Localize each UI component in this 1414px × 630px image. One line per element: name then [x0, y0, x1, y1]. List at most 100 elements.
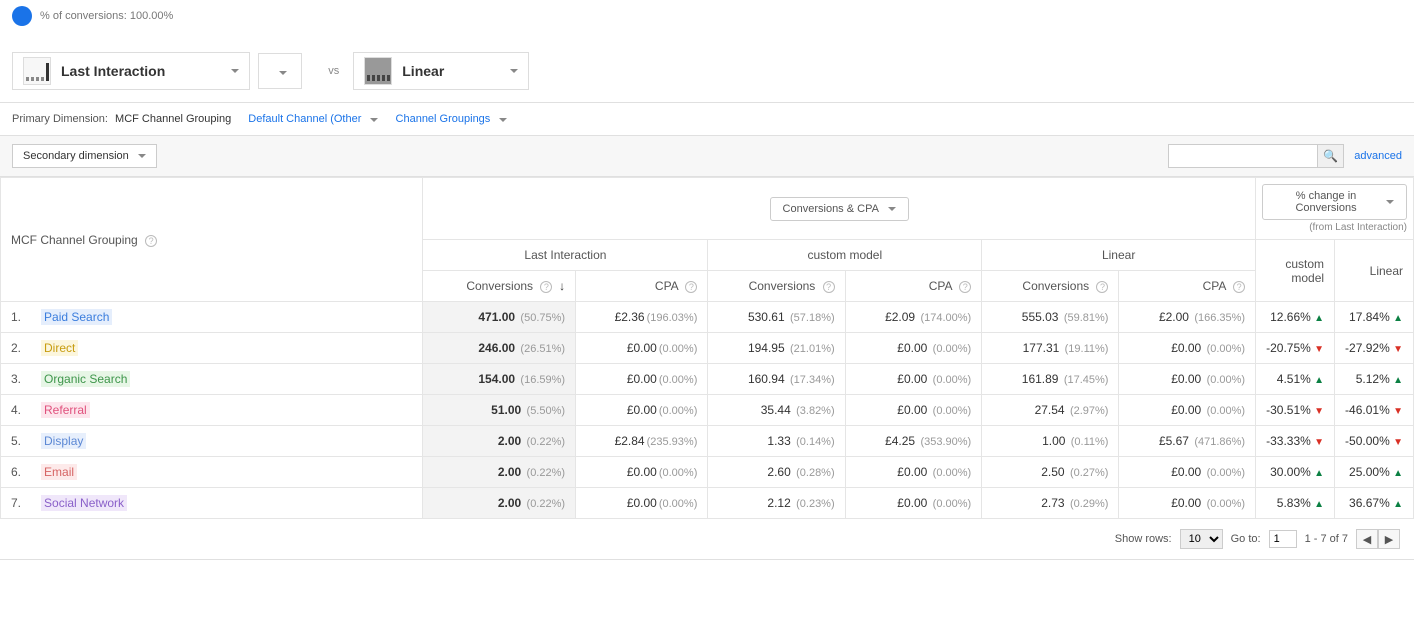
- sub-cpa: CPA: [655, 279, 678, 293]
- sub-conversions: Conversions: [466, 279, 533, 293]
- caret-down-icon: [231, 69, 239, 73]
- cell-cpa-linear: £0.00 (0.00%): [1119, 364, 1256, 395]
- cell-cpa-linear: £2.00 (166.35%): [1119, 302, 1256, 333]
- metric-type-selector[interactable]: Conversions & CPA: [770, 197, 909, 221]
- change-type-selector[interactable]: % change in Conversions: [1262, 184, 1407, 220]
- pagination-range: 1 - 7 of 7: [1305, 533, 1348, 545]
- cell-change-linear: -50.00% ▼: [1335, 426, 1414, 457]
- cell-cpa-last: £0.00(0.00%): [576, 488, 708, 519]
- change-col-linear: Linear: [1370, 264, 1403, 278]
- cell-cpa-custom: £0.00 (0.00%): [845, 488, 982, 519]
- row-index: 4.: [1, 395, 32, 426]
- prev-page-button[interactable]: ◀: [1356, 529, 1378, 549]
- group-custom-model: custom model: [708, 240, 982, 271]
- cell-conversions-custom: 194.95 (21.01%): [708, 333, 845, 364]
- cell-cpa-linear: £0.00 (0.00%): [1119, 457, 1256, 488]
- help-icon[interactable]: ?: [685, 281, 697, 293]
- cell-cpa-last: £0.00(0.00%): [576, 395, 708, 426]
- table-row: 2.Direct246.00 (26.51%)£0.00(0.00%)194.9…: [1, 333, 1414, 364]
- attribution-table: MCF Channel Grouping ? Conversions & CPA…: [0, 177, 1414, 519]
- help-icon[interactable]: ?: [540, 281, 552, 293]
- row-index: 5.: [1, 426, 32, 457]
- primary-dim-active: MCF Channel Grouping: [115, 113, 231, 125]
- cell-change-custom: -33.33% ▼: [1256, 426, 1335, 457]
- rows-per-page-select[interactable]: 10: [1180, 529, 1223, 549]
- group-linear: Linear: [982, 240, 1256, 271]
- row-index: 3.: [1, 364, 32, 395]
- conversions-percent-label: % of conversions: 100.00%: [40, 10, 173, 22]
- cell-cpa-custom: £2.09 (174.00%): [845, 302, 982, 333]
- cell-change-custom: 5.83% ▲: [1256, 488, 1335, 519]
- table-row: 5. Display 2.00 (0.22%)£2.84(235.93%)1.33 …: [1, 426, 1414, 457]
- cell-conversions-linear: 177.31 (19.11%): [982, 333, 1119, 364]
- cell-conversions-linear: 1.00 (0.11%): [982, 426, 1119, 457]
- cell-conversions-last: 51.00 (5.50%): [423, 395, 576, 426]
- row-index: 1.: [1, 302, 32, 333]
- search-input[interactable]: [1168, 144, 1318, 168]
- channel-link[interactable]: Referral: [41, 402, 90, 418]
- change-col-custom: custom model: [1285, 257, 1324, 285]
- help-icon[interactable]: ?: [959, 281, 971, 293]
- cell-conversions-custom: 1.33 (0.14%): [708, 426, 845, 457]
- cell-cpa-custom: £4.25 (353.90%): [845, 426, 982, 457]
- cell-conversions-last: 2.00 (0.22%): [423, 488, 576, 519]
- sub-cpa: CPA: [1203, 279, 1226, 293]
- cell-cpa-last: £2.84(235.93%): [576, 426, 708, 457]
- help-icon[interactable]: ?: [1233, 281, 1245, 293]
- cell-change-linear: 17.84% ▲: [1335, 302, 1414, 333]
- search-icon: 🔍: [1323, 149, 1338, 163]
- pie-chart-icon: [12, 6, 32, 26]
- help-icon[interactable]: ?: [145, 235, 157, 247]
- cell-change-linear: -27.92% ▼: [1335, 333, 1414, 364]
- primary-dim-label: Primary Dimension:: [12, 113, 108, 125]
- dim-option-groupings[interactable]: Channel Groupings: [396, 113, 508, 125]
- cell-conversions-last: 246.00 (26.51%): [423, 333, 576, 364]
- secondary-dimension-selector[interactable]: Secondary dimension: [12, 144, 157, 168]
- help-icon[interactable]: ?: [823, 281, 835, 293]
- cell-change-custom: 30.00% ▲: [1256, 457, 1335, 488]
- help-icon[interactable]: ?: [1096, 281, 1108, 293]
- channel-link[interactable]: Direct: [41, 340, 78, 356]
- table-row: 1.Paid Search471.00 (50.75%)£2.36(196.03…: [1, 302, 1414, 333]
- caret-down-icon: [888, 207, 896, 211]
- cell-conversions-last: 2.00 (0.22%): [423, 457, 576, 488]
- cell-conversions-last: 154.00 (16.59%): [423, 364, 576, 395]
- linear-icon: [364, 57, 392, 85]
- channel-link[interactable]: Organic Search: [41, 371, 130, 387]
- caret-down-icon: [1386, 200, 1394, 204]
- last-interaction-icon: [23, 57, 51, 85]
- cell-conversions-linear: 555.03 (59.81%): [982, 302, 1119, 333]
- model-selector-empty[interactable]: [258, 53, 302, 89]
- caret-down-icon: [370, 118, 378, 122]
- sort-down-icon[interactable]: ↓: [559, 279, 565, 293]
- cell-change-linear: 36.67% ▲: [1335, 488, 1414, 519]
- cell-conversions-custom: 2.60 (0.28%): [708, 457, 845, 488]
- cell-conversions-custom: 2.12 (0.23%): [708, 488, 845, 519]
- caret-down-icon: [279, 71, 287, 75]
- caret-down-icon: [499, 118, 507, 122]
- cell-cpa-last: £2.36(196.03%): [576, 302, 708, 333]
- channel-link[interactable]: Email: [41, 464, 77, 480]
- goto-input[interactable]: [1269, 530, 1297, 548]
- channel-link[interactable]: Display: [41, 433, 86, 449]
- cell-cpa-linear: £0.00 (0.00%): [1119, 395, 1256, 426]
- cell-cpa-custom: £0.00 (0.00%): [845, 395, 982, 426]
- cell-cpa-linear: £0.00 (0.00%): [1119, 333, 1256, 364]
- next-page-button[interactable]: ▶: [1378, 529, 1400, 549]
- channel-link[interactable]: Paid Search: [41, 309, 112, 325]
- cell-cpa-linear: £0.00 (0.00%): [1119, 488, 1256, 519]
- col-channel-header: MCF Channel Grouping: [11, 233, 138, 247]
- cell-cpa-linear: £5.67 (471.86%): [1119, 426, 1256, 457]
- dim-option-default[interactable]: Default Channel (Other: [248, 113, 378, 125]
- search-button[interactable]: 🔍: [1318, 144, 1344, 168]
- model-left-name: Last Interaction: [61, 63, 165, 79]
- model-selector-left[interactable]: Last Interaction: [12, 52, 250, 90]
- cell-change-custom: -30.51% ▼: [1256, 395, 1335, 426]
- vs-label: vs: [328, 65, 339, 77]
- cell-conversions-last: 2.00 (0.22%): [423, 426, 576, 457]
- model-selector-right[interactable]: Linear: [353, 52, 529, 90]
- advanced-link[interactable]: advanced: [1354, 150, 1402, 162]
- channel-link[interactable]: Social Network: [41, 495, 127, 511]
- sub-conversions: Conversions: [749, 279, 816, 293]
- show-rows-label: Show rows:: [1115, 533, 1172, 545]
